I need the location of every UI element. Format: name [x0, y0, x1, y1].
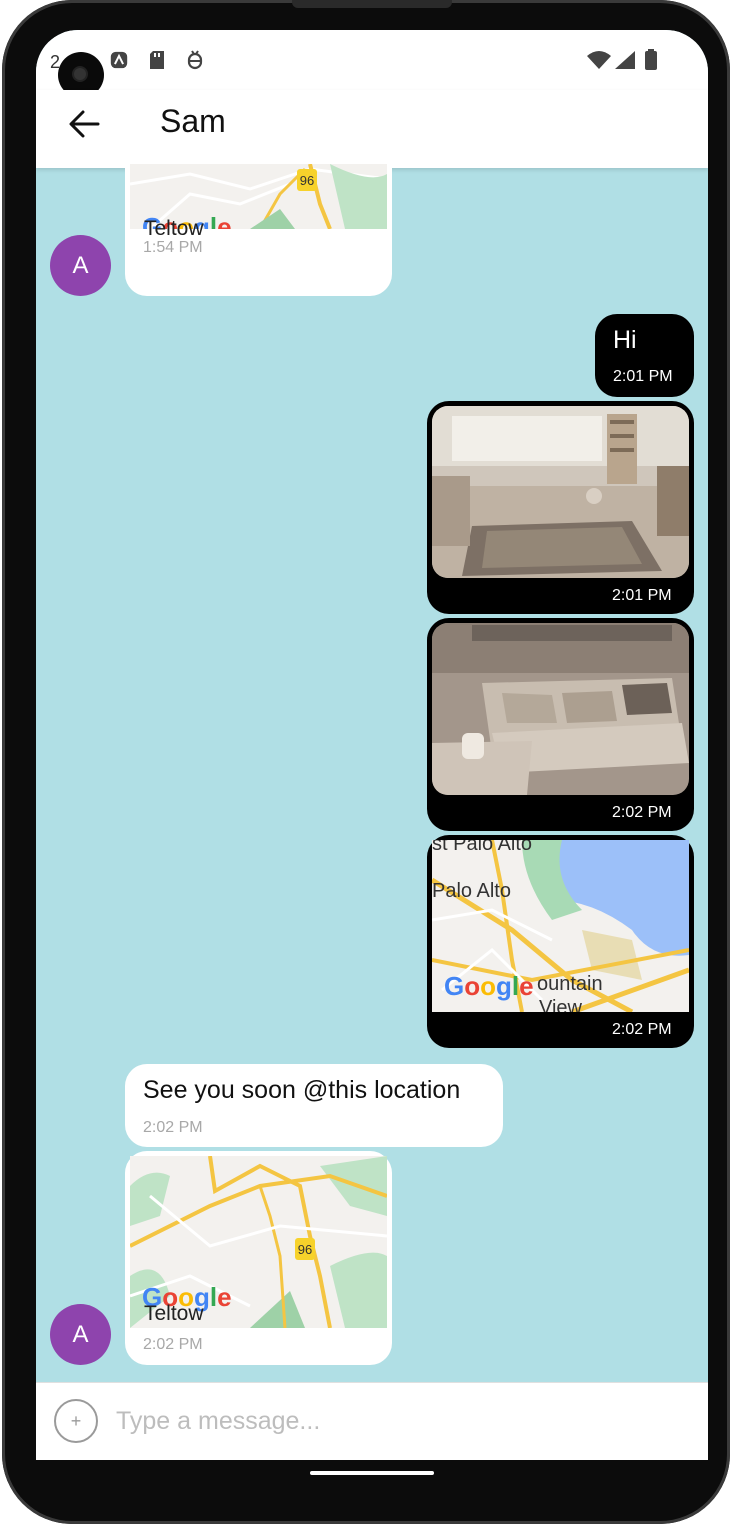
message-time: 2:02 PM — [612, 1021, 672, 1038]
message-time: 2:01 PM — [613, 368, 673, 385]
map-thumbnail[interactable]: Google st Palo Alto Palo Alto ountain Vi… — [432, 840, 689, 1012]
avatar: A — [50, 1304, 111, 1365]
wifi-icon — [586, 50, 612, 70]
message-bubble-outgoing[interactable]: Hi 2:01 PM — [595, 314, 694, 397]
message-time: 2:02 PM — [143, 1336, 203, 1353]
route-badge: 96 — [298, 1242, 312, 1257]
phone-speaker — [292, 0, 452, 8]
cell-signal-icon — [614, 50, 636, 70]
status-bar: 2 — [36, 30, 708, 98]
message-list[interactable]: A 96 Google Teltow 1:54 PM Hi 2:01 PM 2:… — [36, 138, 708, 1382]
google-logo: Google — [444, 971, 534, 1001]
map-place-label: st Palo Alto — [432, 840, 533, 855]
message-bubble-map-incoming[interactable]: 96 Google Teltow 2:02 PM — [125, 1151, 392, 1365]
message-bubble-map-outgoing[interactable]: Google st Palo Alto Palo Alto ountain Vi… — [427, 835, 694, 1048]
map-place-label: Palo Alto — [432, 880, 511, 902]
map-place-label: Teltow — [144, 1302, 204, 1325]
message-time: 2:01 PM — [612, 587, 672, 604]
living-room-photo[interactable] — [432, 406, 689, 578]
back-button[interactable] — [62, 102, 106, 146]
message-time: 2:02 PM — [612, 804, 672, 821]
message-bubble-image-outgoing[interactable]: 2:01 PM — [427, 401, 694, 614]
map-place-label: ountain — [537, 973, 603, 995]
app-a-icon — [110, 50, 128, 70]
sd-card-icon — [148, 50, 166, 70]
message-time: 2:02 PM — [143, 1119, 203, 1136]
route-badge: 96 — [300, 173, 314, 188]
attach-button[interactable]: + — [54, 1399, 98, 1443]
debug-icon — [186, 50, 204, 70]
message-bubble-map-incoming[interactable]: 96 Google Teltow 1:54 PM — [125, 138, 392, 296]
message-text: See you soon @this location — [143, 1076, 461, 1104]
message-bubble-incoming[interactable]: See you soon @this location 2:02 PM — [125, 1064, 503, 1147]
message-text: Hi — [613, 326, 637, 354]
map-place-label: Teltow — [144, 217, 204, 240]
message-input[interactable] — [116, 1399, 676, 1443]
chat-title: Sam — [160, 103, 226, 139]
map-place-label: View — [539, 997, 582, 1012]
message-time: 1:54 PM — [143, 239, 203, 256]
battery-icon — [644, 49, 658, 70]
arrow-left-icon — [69, 110, 100, 138]
home-indicator[interactable] — [310, 1471, 434, 1475]
phone-frame: 2 Sam A 96 Google Teltow 1:54 PM Hi 2:01… — [2, 0, 730, 1524]
message-bubble-image-outgoing[interactable]: 2:02 PM — [427, 618, 694, 831]
screen: 2 Sam A 96 Google Teltow 1:54 PM Hi 2:01… — [36, 30, 708, 1460]
avatar: A — [50, 235, 111, 296]
sofa-photo[interactable] — [432, 623, 689, 795]
message-composer: + — [36, 1382, 708, 1460]
plus-circle-icon: + — [70, 1410, 82, 1431]
